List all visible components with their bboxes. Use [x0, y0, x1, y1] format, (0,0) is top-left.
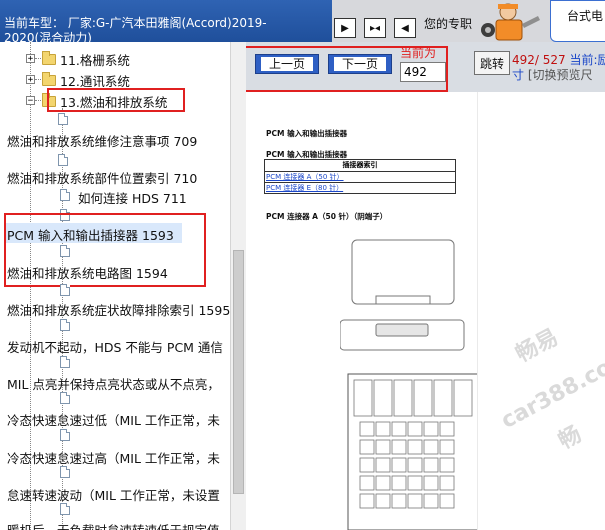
expand-icon[interactable]: +	[26, 75, 35, 85]
current-suffix-tail: 励	[597, 53, 605, 67]
promo-text: 您的专职	[424, 17, 473, 31]
tree-connector	[35, 58, 41, 59]
promo-card[interactable]: 台式电	[550, 0, 605, 42]
table-header: 插接器索引	[265, 160, 455, 172]
document-panel: 上一页 下一页 当前为 跳转 492/ 527 当前:励 寸 [切换预览尺 PC…	[246, 42, 605, 530]
tree-item[interactable]: MIL 点亮并保持点亮状态或从不点亮，	[7, 374, 220, 393]
document-icon	[60, 503, 70, 515]
document-icon	[60, 392, 70, 404]
vehicle-model-line1: 当前车型： 厂家:G-广汽本田雅阁(Accord)2019-	[4, 16, 267, 30]
tree-item[interactable]: 怠速转速波动（MIL 工作正常，未设置	[7, 485, 220, 504]
vehicle-model-line2: 2020(混合动力)	[4, 31, 92, 42]
document-icon	[60, 356, 70, 368]
connector-diagram-icon	[340, 239, 478, 530]
document-icon	[60, 466, 70, 478]
tree-folder-label[interactable]: 11.格栅系统	[60, 50, 130, 69]
tree-item[interactable]: 燃油和排放系统部件位置索引 710	[7, 168, 197, 187]
tree-panel: + 11.格栅系统 + 12.通讯系统 − 13.燃油和排放系统 燃油和排放系统…	[0, 42, 230, 530]
vehicle-info-strip: 当前车型： 厂家:G-广汽本田雅阁(Accord)2019- 2020(混合动力…	[0, 0, 332, 42]
mechanic-illustration-icon	[481, 3, 540, 41]
doc-title: PCM 输入和输出插接器	[266, 129, 348, 138]
watermark-text: 畅	[554, 422, 586, 455]
promo-card-text: 台式电	[567, 9, 604, 23]
top-header: 当前车型： 厂家:G-广汽本田雅阁(Accord)2019- 2020(混合动力…	[0, 0, 605, 42]
watermark-text: 畅易	[511, 324, 563, 368]
nav-split-icon[interactable]: ▸◂	[364, 18, 386, 38]
folder-icon	[42, 51, 56, 65]
nav-next-icon[interactable]: ▶	[334, 18, 356, 38]
document-page: PCM 输入和输出插接器 PCM 输入和输出插接器 插接器索引 PCM 连接器 …	[246, 92, 605, 530]
tree-scrollbar[interactable]	[230, 42, 246, 530]
connector-title: PCM 连接器 A（50 针）（阴端子）	[266, 212, 388, 221]
tree-item[interactable]: 如何连接 HDS 711	[78, 188, 187, 207]
preview-toggle[interactable]: 寸 [切换预览尺	[512, 66, 593, 83]
tree-item[interactable]: 冷态快速怠速过高（MIL 工作正常，未	[7, 448, 220, 467]
pager-toolbar: 上一页 下一页 当前为 跳转 492/ 527 当前:励 寸 [切换预览尺	[246, 42, 605, 92]
document-icon	[58, 154, 68, 166]
highlight-box-items	[4, 213, 206, 287]
nav-prev-icon[interactable]: ◀	[394, 18, 416, 38]
tree-connector	[35, 100, 41, 101]
document-icon	[60, 319, 70, 331]
page-count-value: 492/ 527	[512, 53, 566, 67]
highlight-box-folder	[47, 88, 185, 112]
connector-a-link[interactable]: PCM 连接器 A（50 针）	[266, 172, 344, 182]
watermark-text: car388.co	[497, 355, 605, 434]
tree-item[interactable]: 发动机不起动，HDS 不能与 PCM 通信	[7, 337, 223, 356]
folder-icon	[42, 72, 56, 86]
collapse-icon[interactable]: −	[26, 96, 35, 106]
scrollbar-thumb[interactable]	[233, 250, 244, 494]
document-icon	[58, 113, 68, 125]
highlight-box-pager	[246, 46, 448, 92]
page-edge	[477, 92, 478, 530]
document-icon	[60, 429, 70, 441]
jump-button[interactable]: 跳转	[474, 51, 510, 75]
expand-icon[interactable]: +	[26, 54, 35, 64]
document-icon	[60, 284, 70, 296]
preview-toggle-link[interactable]: [切换预览尺	[528, 68, 593, 82]
current-suffix: 当前:	[569, 53, 598, 67]
tree-item[interactable]: 燃油和排放系统维修注意事项 709	[7, 131, 197, 150]
tree-item[interactable]: 冷态快速怠速过低（MIL 工作正常，未	[7, 410, 220, 429]
document-icon	[60, 189, 70, 201]
connector-e-link[interactable]: PCM 连接器 E（80 针）	[266, 183, 343, 193]
tree-item[interactable]: 燃油和排放系统症状故障排除索引 1595	[7, 300, 230, 319]
extra-char: 寸	[512, 68, 525, 82]
tree-connector	[35, 79, 41, 80]
tree-item[interactable]: 暖机后，无负载时怠速转速低于规定值	[7, 520, 220, 530]
